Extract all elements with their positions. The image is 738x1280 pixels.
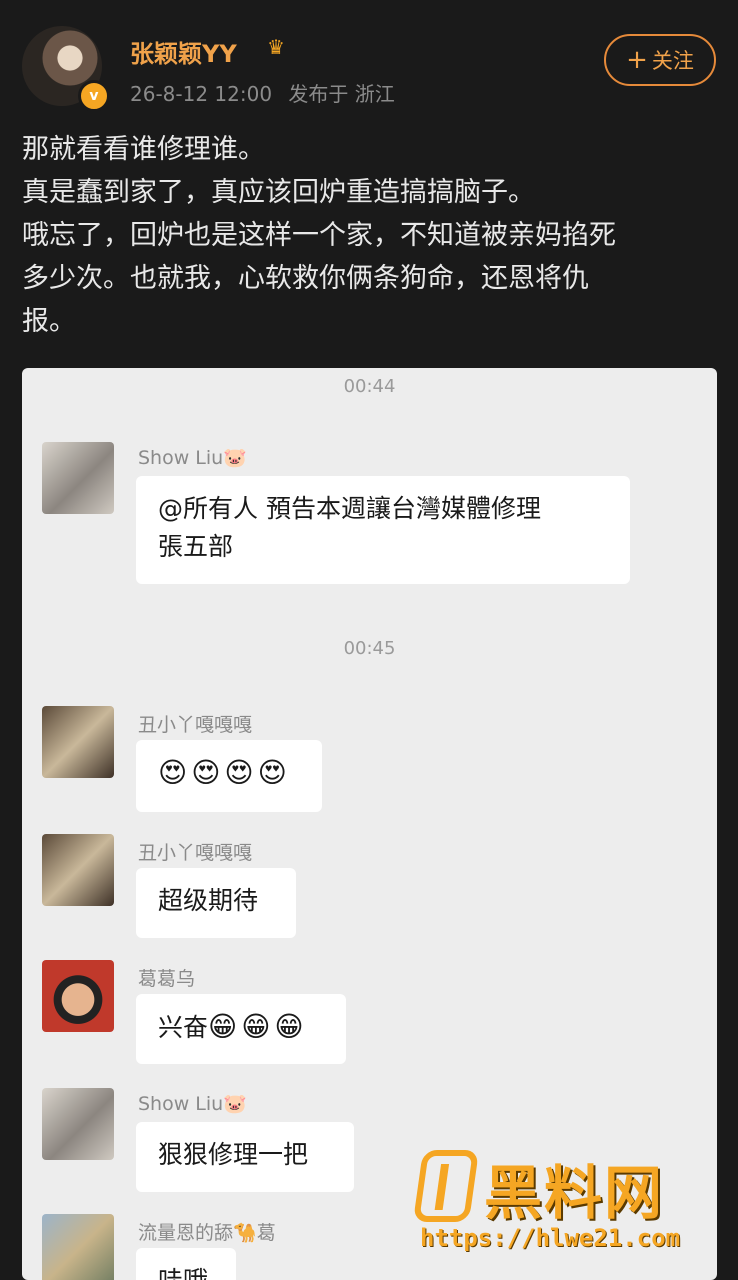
avatar [42,834,114,906]
post-text-line: 那就看看谁修理谁。 [22,134,265,165]
plus-icon: + [626,45,648,75]
message-text: 狠狠修理一把 [158,1140,309,1169]
chat-timestamp: 00:44 [343,376,396,397]
follow-button[interactable]: + 关注 [604,34,716,86]
message-bubble: 狠狠修理一把 [136,1122,354,1192]
grinning-emoji-icon: 😁 [241,1010,271,1043]
sender-name: 丑小丫嘎嘎嘎 [138,842,253,864]
post-text-line: 真是蠢到家了，真应该回炉重造搞搞脑子。 [22,177,535,208]
heart-eyes-emoji-icon: 😍 [224,756,254,789]
post-header: v 张颖颖YY ♛ 26-8-12 12:00 发布于 浙江 + 关注 [0,0,738,118]
vip-crown-icon: ♛ [267,35,285,59]
message-bubble: 哇哦 [136,1248,236,1280]
watermark-title: 黑料网 [484,1159,665,1227]
watermark-url: https://hlwe21.com [420,1224,681,1252]
message-text: 兴奋 [158,1013,209,1042]
sender-name: 丑小丫嘎嘎嘎 [138,714,253,736]
message-text: @所有人 預告本週讓台灣媒體修理 [158,494,541,523]
chat-screenshot[interactable]: 00:44 Show Liu🐷 @所有人 預告本週讓台灣媒體修理 張五部 00:… [22,368,717,1280]
message-bubble: 超级期待 [136,868,296,938]
camel-emoji-icon: 🐪 [233,1222,257,1244]
watermark-logo-icon [412,1150,480,1222]
sender-name: Show Liu🐷 [138,1093,247,1115]
grinning-emoji-icon: 😁 [274,1010,304,1043]
message-bubble: @所有人 預告本週讓台灣媒體修理 張五部 [136,476,630,584]
post-text-line: 报。 [22,306,76,337]
message-text: 張五部 [158,532,234,561]
heart-eyes-emoji-icon: 😍 [158,756,188,789]
pig-emoji-icon: 🐷 [223,1093,247,1115]
sender-name: Show Liu🐷 [138,447,247,469]
post-body: 那就看看谁修理谁。 真是蠢到家了，真应该回炉重造搞搞脑子。 哦忘了，回炉也是这样… [22,128,712,343]
verified-mark: v [89,88,99,104]
avatar [42,1088,114,1160]
post-text-line: 哦忘了，回炉也是这样一个家，不知道被亲妈掐死 [22,220,616,251]
avatar [42,442,114,514]
post-meta: 26-8-12 12:00 发布于 浙江 [130,78,405,107]
heart-eyes-emoji-icon: 😍 [191,756,221,789]
chat-timestamp: 00:45 [343,638,396,659]
grinning-emoji-icon: 😁 [208,1010,238,1043]
sender-name: 流量恩的舔🐪葛 [138,1222,276,1244]
pig-emoji-icon: 🐷 [223,447,247,469]
post-date: 26-8-12 12:00 [130,82,273,106]
avatar [42,960,114,1032]
message-text: 超级期待 [158,886,259,915]
message-bubble: 😍 😍 😍 😍 [136,740,322,812]
post-text-line: 多少次。也就我，心软救你俩条狗命，还恩将仇 [22,263,589,294]
sender-name: 葛葛乌 [138,968,196,990]
message-bubble: 兴奋😁 😁 😁 [136,994,346,1064]
avatar [42,706,114,778]
avatar [42,1214,114,1280]
follow-label: 关注 [651,49,694,73]
username[interactable]: 张颖颖YY [130,34,237,69]
post-location: 发布于 浙江 [288,82,395,106]
message-text: 哇哦 [158,1266,208,1280]
heart-eyes-emoji-icon: 😍 [257,756,287,789]
verified-v-icon: v [78,80,110,112]
